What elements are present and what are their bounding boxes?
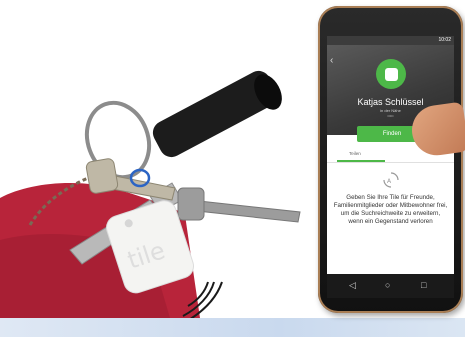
black-fob (152, 70, 282, 158)
nav-home-icon[interactable]: ○ (385, 280, 390, 290)
status-time: 10:02 (438, 37, 451, 43)
share-refresh-icon: A (383, 172, 399, 188)
tile-avatar-icon (376, 59, 406, 89)
nav-back-icon[interactable]: ◁ (349, 280, 356, 291)
keychain-illustration: tile (0, 70, 301, 318)
key-long (177, 187, 301, 223)
share-description: Geben Sie Ihre Tile für Freunde, Familie… (333, 194, 448, 225)
product-photo: tile 10:02 ‹ Katjas Schlüssel in der Näh… (0, 0, 465, 337)
status-bar: 10:02 (327, 36, 454, 45)
bottom-band (0, 318, 465, 337)
android-nav-bar: ◁ ○ □ (327, 274, 454, 298)
smartphone: 10:02 ‹ Katjas Schlüssel in der Nähe •••… (318, 6, 463, 313)
svg-text:A: A (387, 178, 392, 185)
tab-underline (337, 160, 385, 162)
back-arrow-icon[interactable]: ‹ (330, 55, 333, 66)
nav-recents-icon[interactable]: □ (421, 280, 426, 290)
tab-share[interactable]: Teilen (349, 151, 361, 156)
